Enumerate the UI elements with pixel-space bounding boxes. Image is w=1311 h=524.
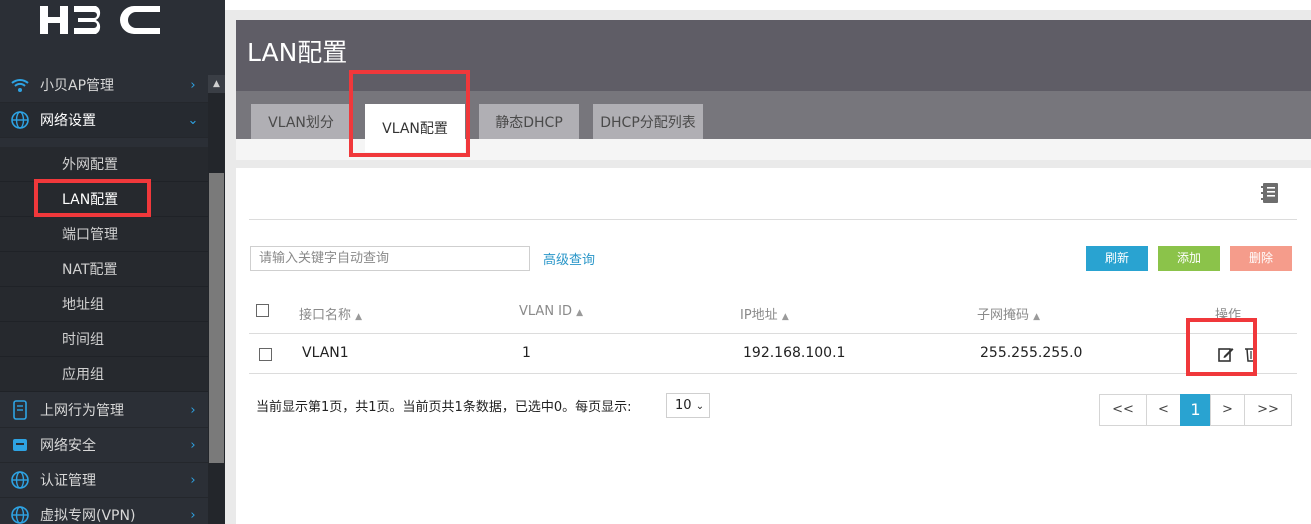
column-header-ip[interactable]: IP地址 ▲ (740, 304, 789, 323)
cell-interface: VLAN1 (302, 345, 349, 361)
notebook-icon[interactable] (1260, 182, 1280, 204)
device-icon (0, 400, 40, 420)
globe-icon (0, 470, 40, 490)
cell-vlan-id: 1 (522, 345, 531, 361)
column-header-vlan-id[interactable]: VLAN ID ▲ (519, 304, 583, 319)
sidebar-item-auth[interactable]: 认证管理 › (0, 463, 208, 498)
sidebar-subitem-time-group[interactable]: 时间组 (0, 322, 208, 357)
chevron-right-icon: › (190, 402, 196, 418)
globe-icon (0, 110, 40, 130)
h3c-logo (40, 6, 160, 34)
sidebar-item-label: 网络设置 (40, 113, 96, 129)
page-title: LAN配置 (247, 38, 348, 67)
first-page-button[interactable]: << (1099, 394, 1147, 426)
sidebar-scroll-thumb[interactable] (209, 173, 224, 463)
row-divider (249, 373, 1297, 374)
top-bar (225, 0, 1311, 10)
sort-icon: ▲ (1033, 312, 1041, 322)
column-header-mask[interactable]: 子网掩码 ▲ (977, 304, 1040, 323)
highlight-box-actions (1186, 318, 1257, 376)
chevron-right-icon: › (190, 437, 196, 453)
refresh-button[interactable]: 刷新 (1086, 246, 1148, 271)
scroll-up-arrow-icon[interactable]: ▲ (208, 75, 225, 93)
sidebar-item-label: 小贝AP管理 (40, 78, 115, 94)
sidebar-item-behavior[interactable]: 上网行为管理 › (0, 393, 208, 428)
highlight-box-tab (349, 70, 470, 157)
page-size-select[interactable]: 10 ⌄ (666, 393, 710, 418)
sidebar-item-ap[interactable]: 小贝AP管理 › (0, 68, 208, 103)
sidebar-subitem-nat[interactable]: NAT配置 (0, 252, 208, 287)
last-page-button[interactable]: >> (1244, 394, 1292, 426)
chevron-right-icon: › (190, 77, 196, 93)
chevron-down-icon: ⌄ (187, 112, 199, 128)
add-button[interactable]: 添加 (1158, 246, 1220, 271)
advanced-search-link[interactable]: 高级查询 (543, 249, 595, 268)
sidebar-item-label: 认证管理 (40, 473, 96, 489)
cell-ip: 192.168.100.1 (743, 345, 846, 361)
sidebar-subitem-wan[interactable]: 外网配置 (0, 147, 208, 182)
sort-icon: ▲ (355, 312, 363, 322)
highlight-box-sidebar-lan (34, 179, 151, 217)
cell-mask: 255.255.255.0 (980, 345, 1083, 361)
header-divider (249, 333, 1297, 334)
tab-dhcp-list[interactable]: DHCP分配列表 (593, 104, 703, 139)
search-input[interactable]: 请输入关键字自动查询 (250, 246, 530, 271)
sidebar-subitem-app-group[interactable]: 应用组 (0, 357, 208, 392)
sidebar-item-security[interactable]: 网络安全 › (0, 428, 208, 463)
sidebar-item-label: 网络安全 (40, 438, 96, 454)
sidebar-subitem-port[interactable]: 端口管理 (0, 217, 208, 252)
sort-icon: ▲ (576, 308, 584, 318)
chevron-right-icon: › (190, 507, 196, 523)
column-header-interface[interactable]: 接口名称 ▲ (299, 304, 362, 323)
sort-icon: ▲ (781, 312, 789, 322)
prev-page-button[interactable]: < (1146, 394, 1181, 426)
chevron-down-icon: ⌄ (695, 401, 705, 412)
wifi-icon (0, 77, 40, 93)
shield-icon (0, 436, 40, 454)
sidebar-item-network[interactable]: 网络设置 ⌄ (0, 103, 208, 138)
page-1-button[interactable]: 1 (1180, 394, 1211, 426)
chevron-right-icon: › (190, 472, 196, 488)
sidebar-item-vpn[interactable]: 虚拟专网(VPN) › (0, 498, 208, 524)
sidebar-item-label: 上网行为管理 (40, 403, 124, 419)
tab-vlan-division[interactable]: VLAN划分 (251, 104, 351, 139)
sidebar-item-label: 虚拟专网(VPN) (40, 508, 136, 524)
sidebar-subitem-address-group[interactable]: 地址组 (0, 287, 208, 322)
row-checkbox[interactable] (259, 348, 272, 361)
tab-static-dhcp[interactable]: 静态DHCP (479, 104, 579, 139)
pagination-summary: 当前显示第1页，共1页。当前页共1条数据，已选中0。每页显示: (256, 400, 632, 415)
globe-icon (0, 505, 40, 524)
divider (249, 219, 1297, 220)
select-all-checkbox[interactable] (256, 304, 269, 317)
next-page-button[interactable]: > (1210, 394, 1245, 426)
delete-button[interactable]: 删除 (1230, 246, 1292, 271)
